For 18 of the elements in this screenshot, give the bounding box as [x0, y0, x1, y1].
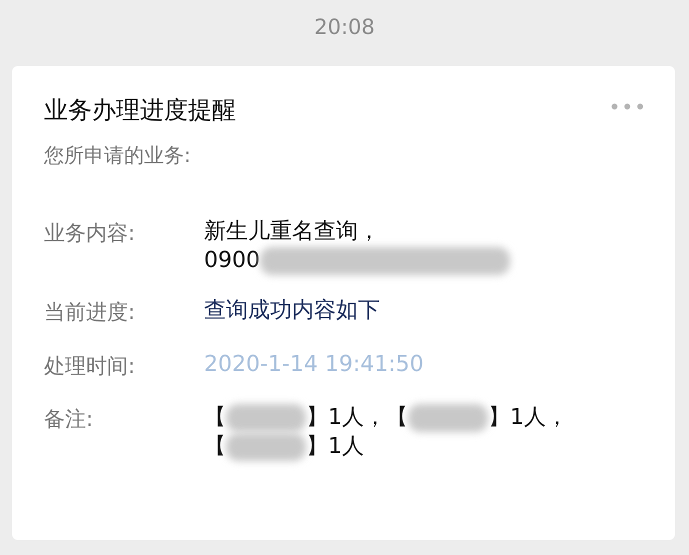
field-value: 新生儿重名查询， [204, 219, 380, 244]
timestamp: 20:08 [314, 15, 375, 39]
field-value: 】1人， [488, 405, 568, 430]
more-button[interactable]: ••• [608, 92, 647, 122]
field-value: 【 [204, 434, 226, 459]
card-title: 业务办理进度提醒 [44, 95, 236, 126]
field-label: 备注: [44, 406, 94, 434]
field-value: 【 [386, 405, 408, 430]
field-label: 业务内容: [44, 220, 136, 247]
field-value: 【 [204, 405, 226, 430]
card-subtitle: 您所申请的业务: [44, 142, 191, 169]
field-value: 】1人 [306, 434, 364, 459]
field-label: 当前进度: [44, 299, 136, 326]
field-value: 2020-1-14 19:41:50 [204, 352, 424, 377]
field-value: 】1人， [306, 405, 386, 430]
field-value: 0900 [204, 248, 260, 273]
field-label: 处理时间: [44, 352, 136, 380]
field-value: 查询成功内容如下 [204, 298, 380, 324]
